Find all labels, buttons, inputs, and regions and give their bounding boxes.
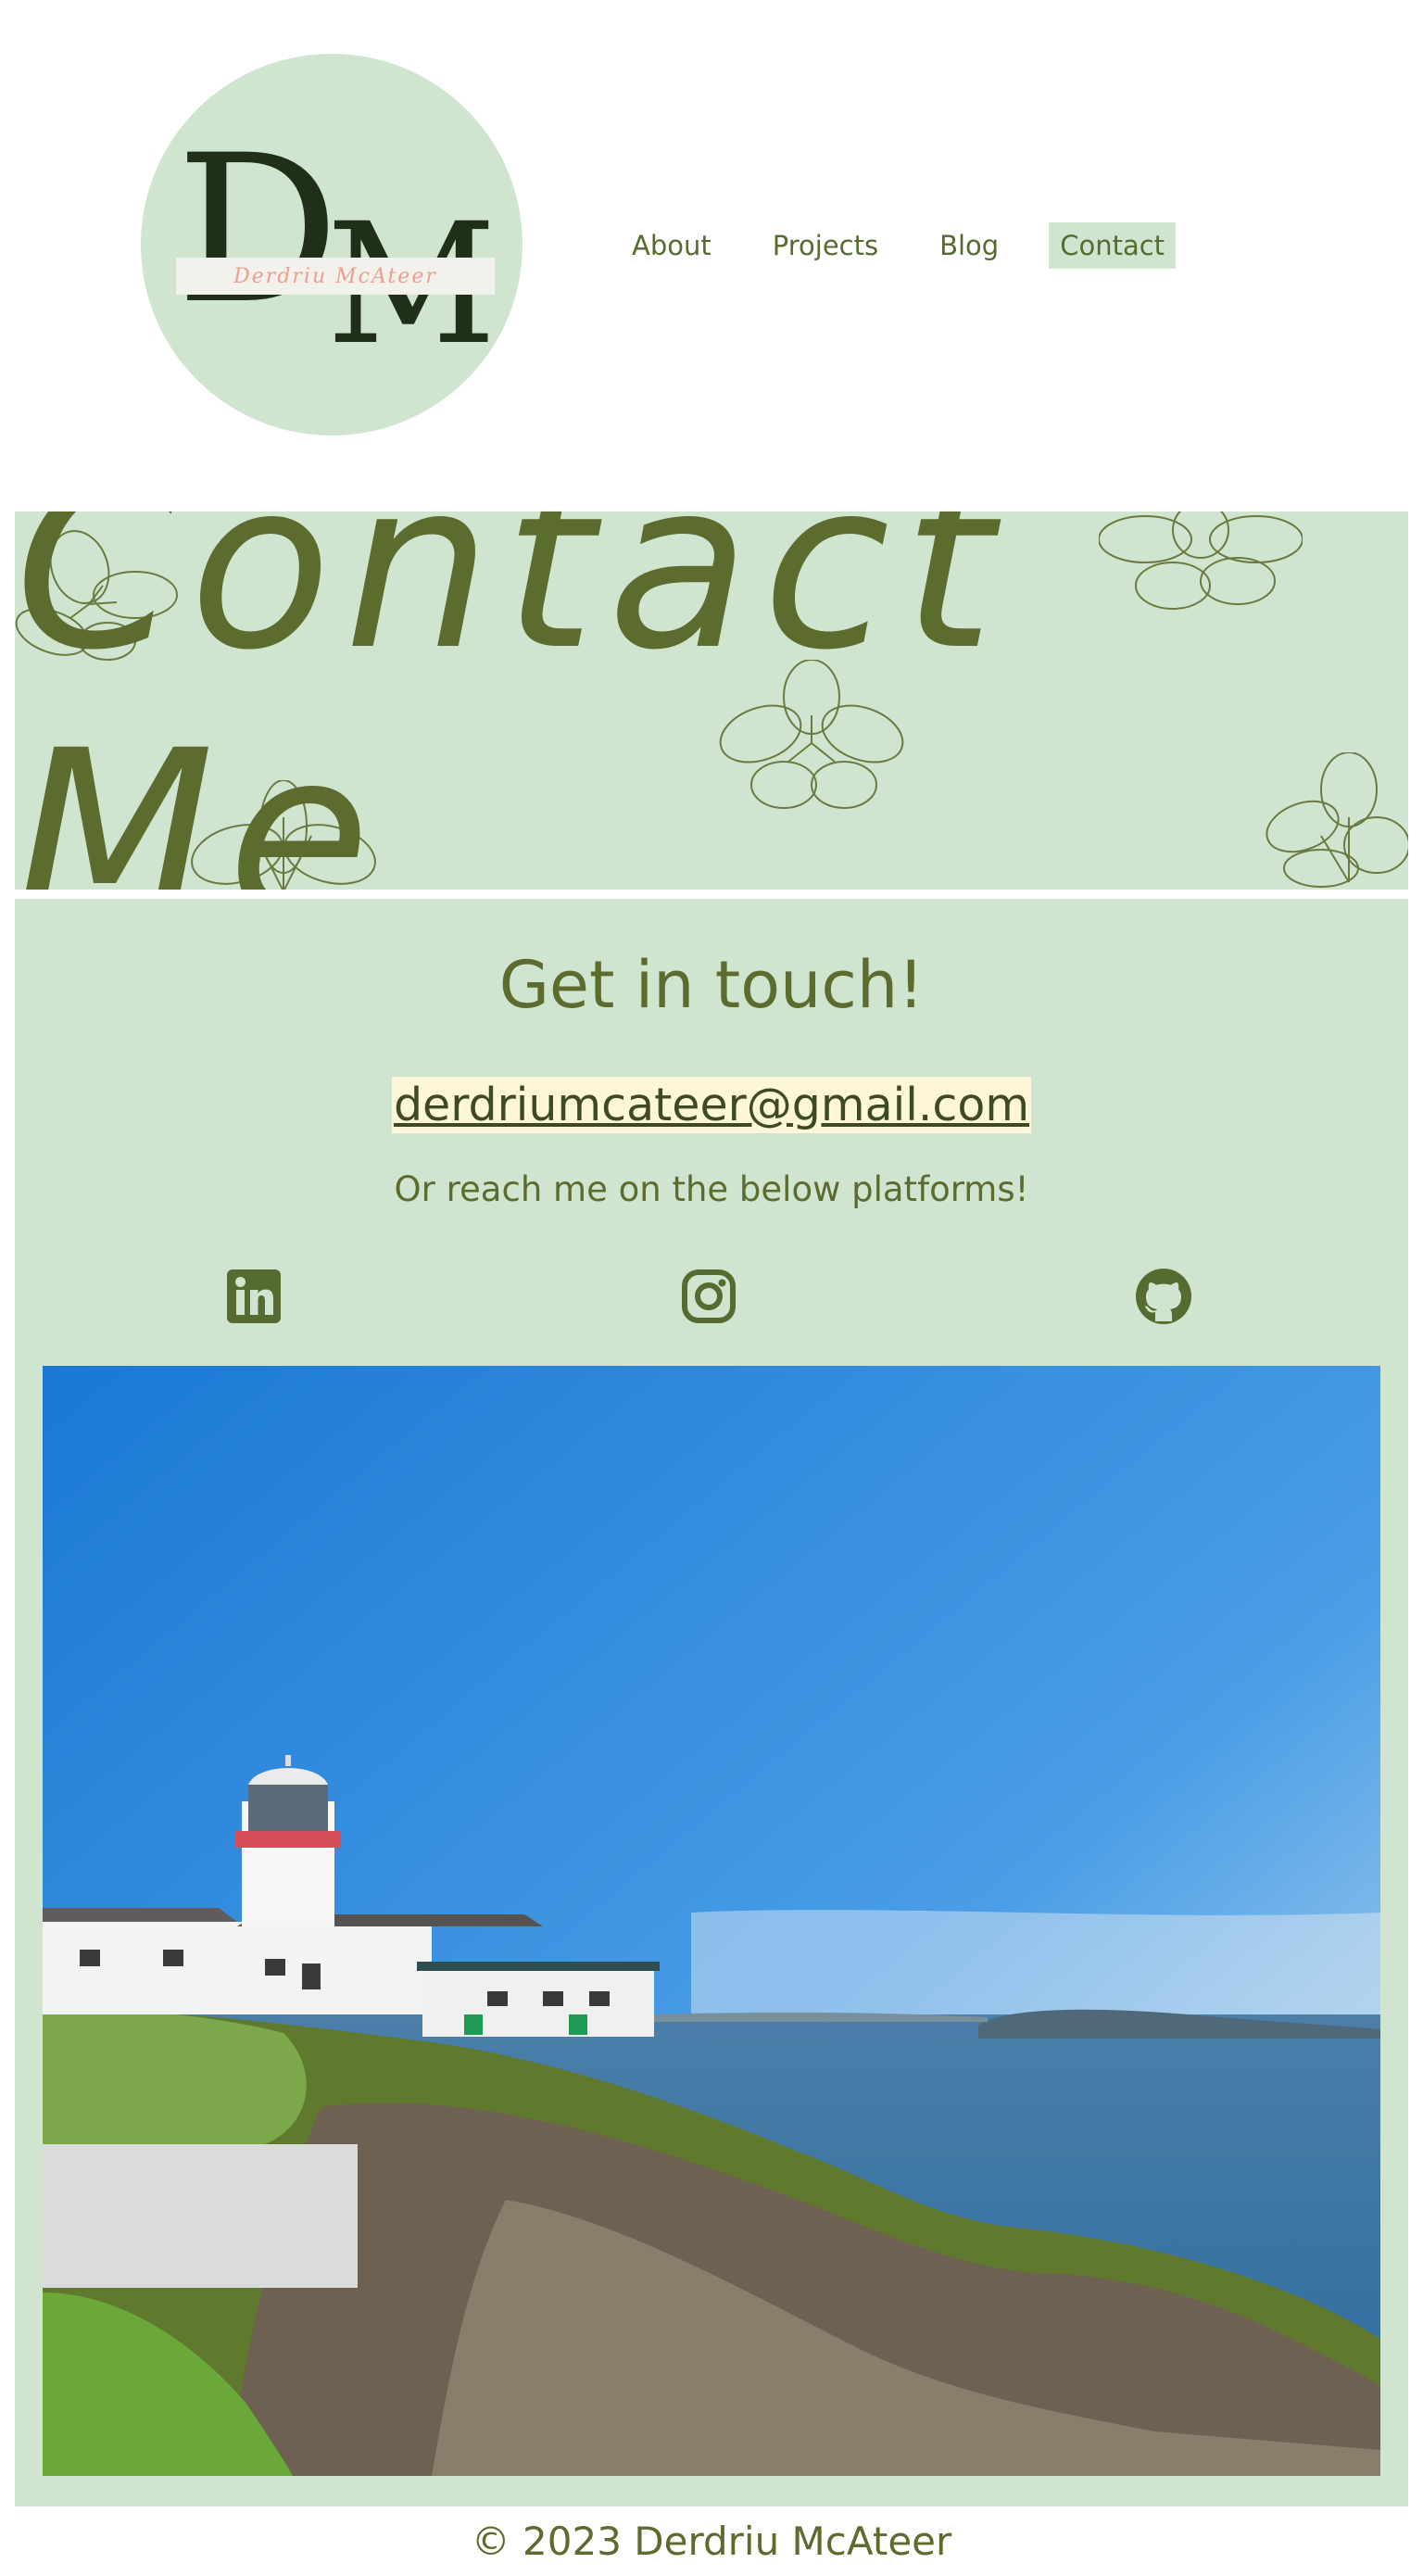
linkedin-icon[interactable] [223,1266,284,1327]
contact-banner: Contact Me [15,511,1408,890]
footer-copyright: © 2023 Derdriu McAteer [471,2519,952,2564]
email-wrapper: derdriumcateer@gmail.com [15,1077,1408,1133]
instagram-icon[interactable] [678,1266,739,1327]
nav-projects-link[interactable]: Projects [762,222,889,269]
nav-blog-link[interactable]: Blog [928,222,1010,269]
logo[interactable]: D M Derdriu McAteer [141,54,523,436]
lighthouse-photo [43,1366,1380,2476]
contact-section: Get in touch! derdriumcateer@gmail.com O… [15,899,1408,2507]
github-icon[interactable] [1133,1266,1194,1327]
email-link[interactable]: derdriumcateer@gmail.com [391,1077,1032,1133]
logo-monogram-d: D [176,111,339,348]
nav-about-link[interactable]: About [621,222,723,269]
main-nav: About Projects Blog Contact [621,222,1215,269]
contact-subtext: Or reach me on the below platforms! [394,1169,1029,1209]
logo-script-name: Derdriu McAteer [176,258,495,295]
page-title: Contact Me [15,511,1007,890]
nav-contact-link[interactable]: Contact [1049,222,1177,269]
contact-heading: Get in touch! [498,947,925,1023]
site-header: D M Derdriu McAteer About Projects Blog … [0,0,1423,500]
